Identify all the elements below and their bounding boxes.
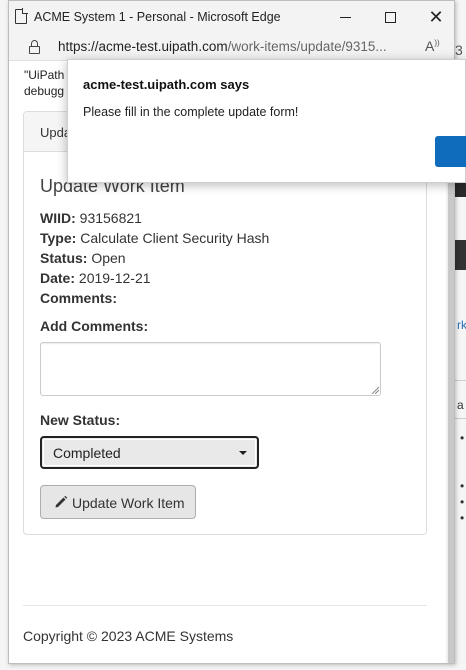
wiid-value: 93156821 — [79, 210, 142, 226]
type-label: Type: — [40, 230, 77, 246]
notice-line: debugg — [24, 84, 65, 98]
url-host: https://acme-test.uipath.com — [58, 39, 228, 54]
url-text[interactable]: https://acme-test.uipath.com/work-items/… — [58, 39, 387, 54]
address-bar[interactable]: https://acme-test.uipath.com/work-items/… — [9, 33, 454, 61]
footer-divider — [23, 605, 427, 606]
notice-line: "UiPath — [24, 68, 65, 82]
chevron-down-icon — [239, 451, 247, 455]
minimize-icon — [339, 16, 351, 18]
close-icon: ✕ — [428, 7, 444, 27]
background-link: rk — [457, 318, 466, 332]
background-bullets: • • • • — [460, 431, 465, 525]
date-value: 2019-12-21 — [78, 270, 151, 286]
new-status-select[interactable]: Completed — [40, 436, 259, 469]
read-aloud-icon[interactable]: A)) — [425, 38, 440, 54]
add-comments-label: Add Comments: — [40, 318, 149, 334]
notice-text: "UiPath debugg — [24, 67, 64, 99]
close-button[interactable]: ✕ — [421, 5, 451, 29]
maximize-icon — [384, 11, 396, 23]
work-item-details: WIID: 93156821 Type: Calculate Client Se… — [40, 208, 269, 308]
comments-label: Comments: — [40, 290, 118, 306]
dialog-message: Please fill in the complete update form! — [83, 105, 299, 119]
divider — [455, 418, 466, 419]
page-icon — [15, 8, 28, 24]
background-heading — [455, 240, 466, 270]
wiid-label: WIID: — [40, 210, 76, 226]
divider — [455, 380, 466, 381]
new-status-label: New Status: — [40, 412, 121, 428]
url-path: /work-items/update/9315... — [227, 39, 387, 54]
dialog-title: acme-test.uipath.com says — [83, 77, 250, 92]
minimize-button[interactable] — [330, 5, 360, 29]
background-text: a — [457, 398, 464, 412]
background-text: 3 — [455, 42, 463, 58]
update-button-label: Update Work Item — [72, 495, 185, 511]
ok-button[interactable] — [435, 136, 466, 167]
resize-grip-icon[interactable] — [371, 386, 379, 394]
status-label: Status: — [40, 250, 88, 266]
window-title: ACME System 1 - Personal - Microsoft Edg… — [34, 10, 281, 24]
alert-dialog: acme-test.uipath.com says Please fill in… — [67, 59, 466, 183]
status-value: Open — [91, 250, 126, 266]
update-work-item-button[interactable]: Update Work Item — [40, 485, 196, 519]
date-label: Date: — [40, 270, 76, 286]
title-bar: ACME System 1 - Personal - Microsoft Edg… — [9, 1, 454, 33]
footer-copyright: Copyright © 2023 ACME Systems — [23, 628, 234, 644]
lock-icon[interactable] — [29, 40, 40, 54]
maximize-button[interactable] — [375, 5, 405, 29]
new-status-value: Completed — [53, 445, 121, 461]
type-value: Calculate Client Security Hash — [80, 230, 270, 246]
pencil-icon — [55, 495, 68, 508]
add-comments-textarea[interactable] — [40, 342, 381, 396]
